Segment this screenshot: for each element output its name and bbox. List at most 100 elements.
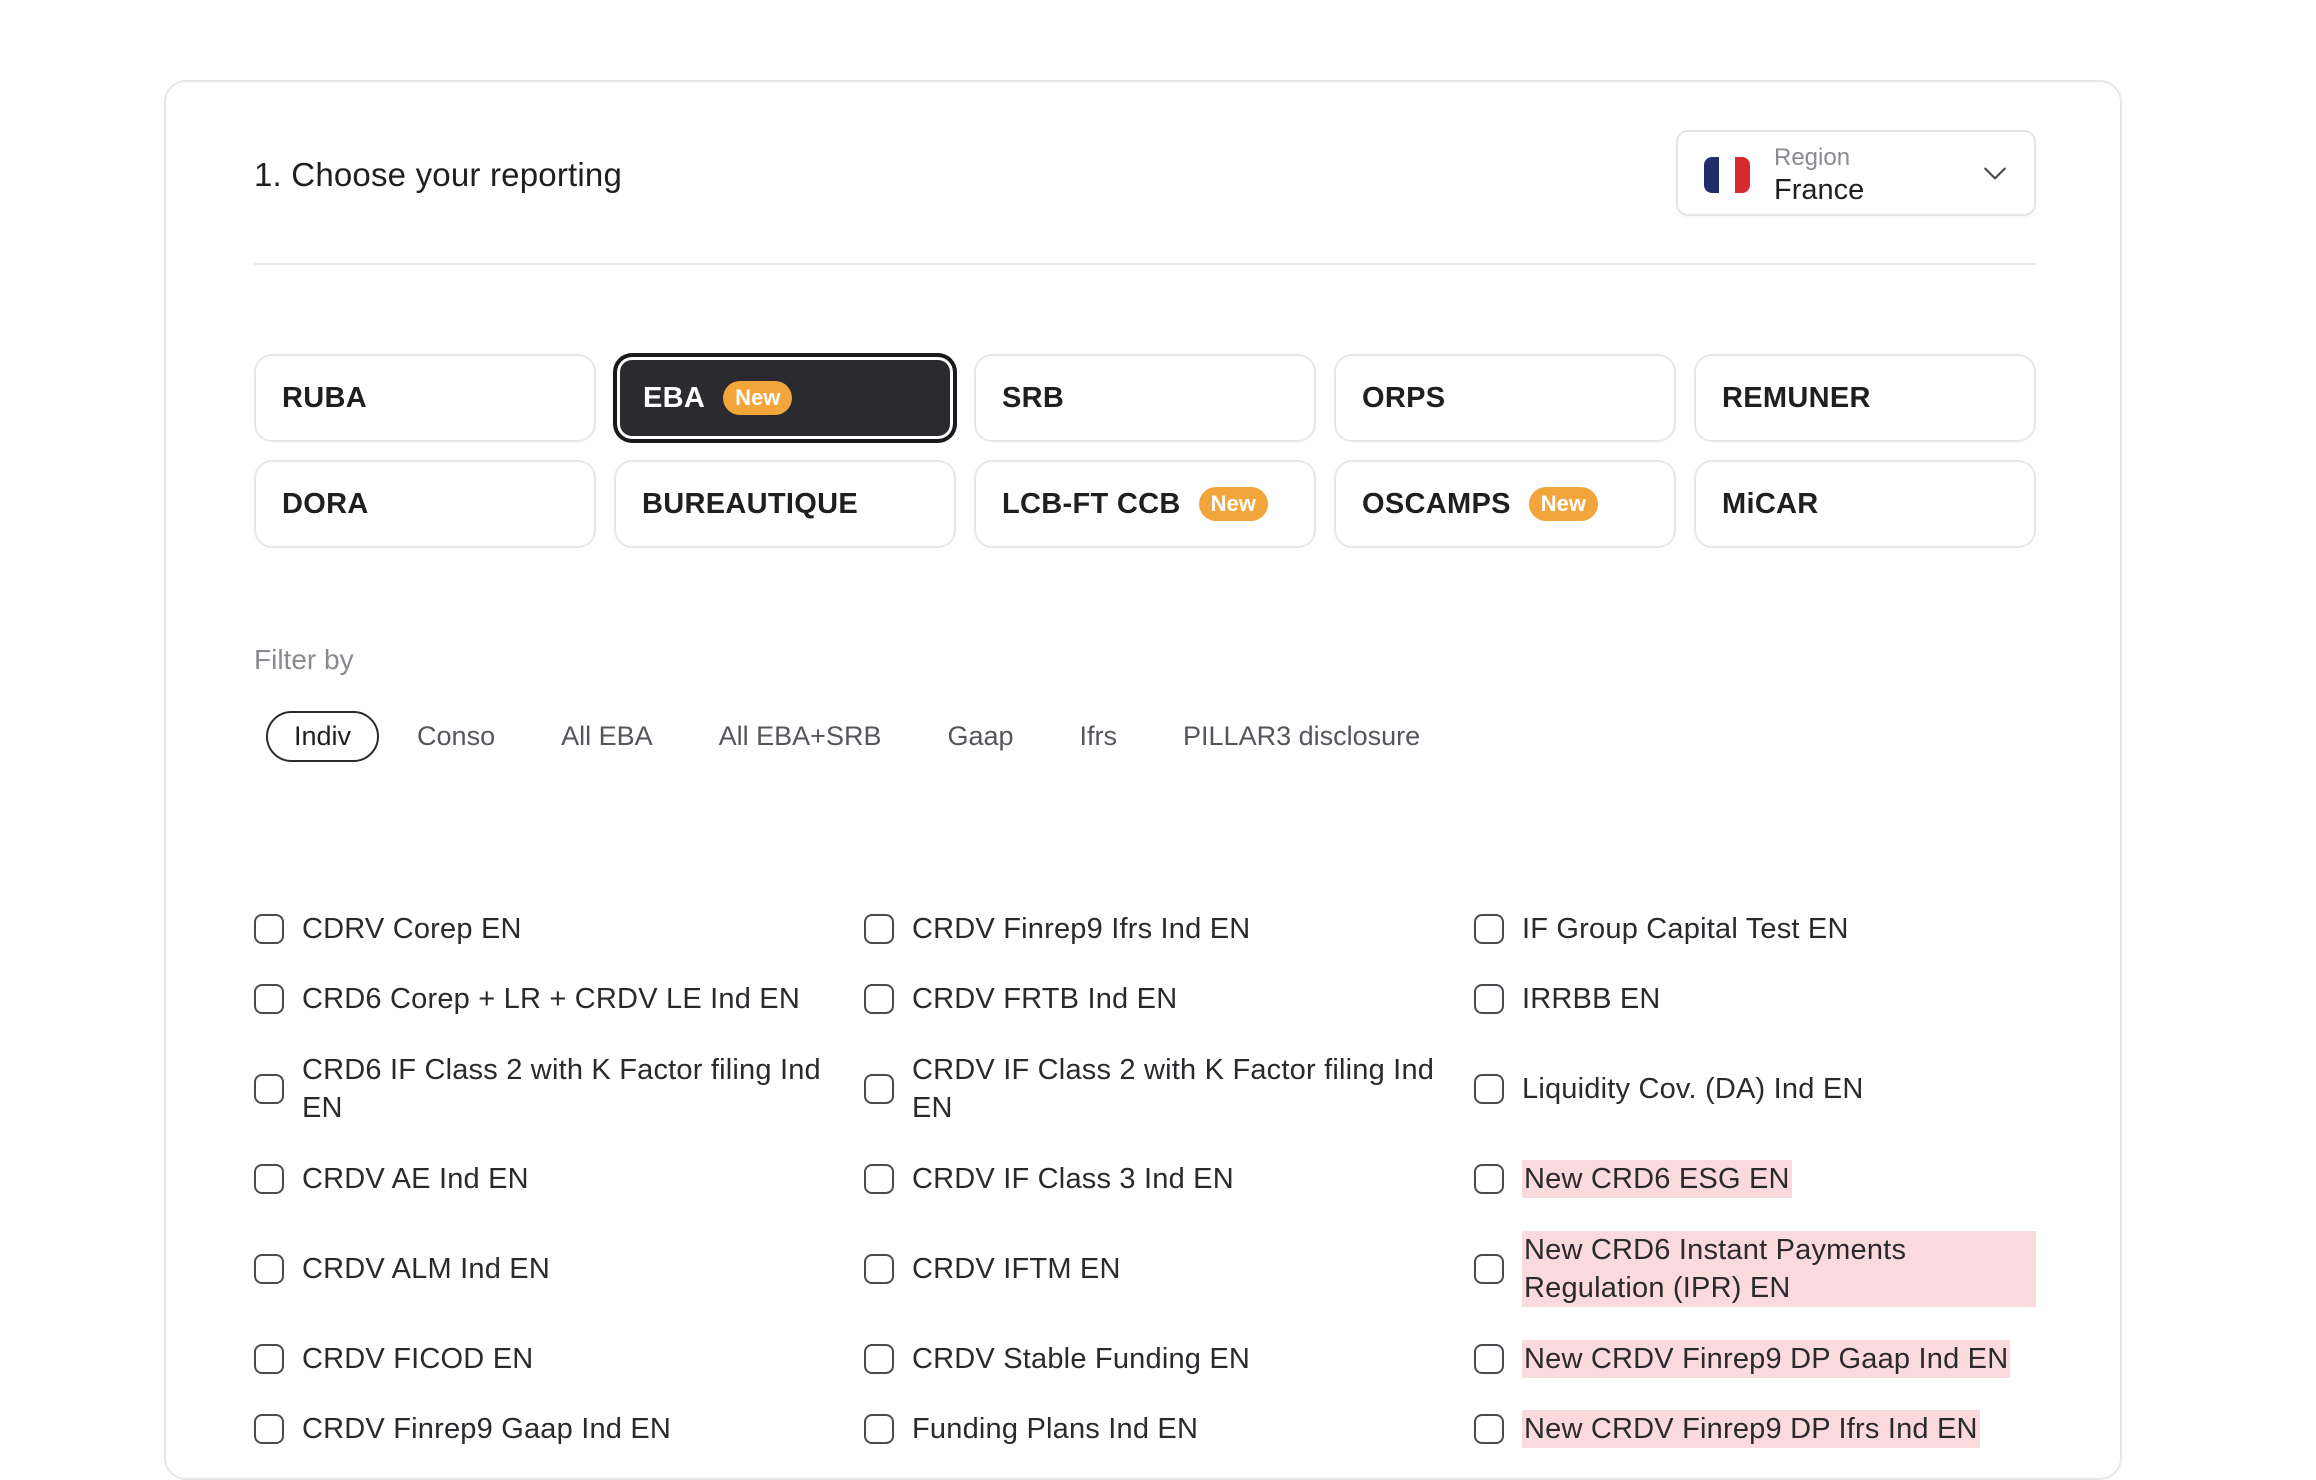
tile-oscamps[interactable]: OSCAMPS New [1334,460,1676,548]
option-item[interactable]: CRDV IFTM EN [864,1250,1474,1288]
checkbox[interactable] [864,1344,894,1374]
option-label: New CRD6 Instant Payments Regulation (IP… [1522,1231,2036,1307]
options-row: CRD6 IF Class 2 with K Factor filing Ind… [254,1034,2036,1144]
tile-micar[interactable]: MiCAR [1694,460,2036,548]
filter-chip-all-eba-srb[interactable]: All EBA+SRB [691,711,910,762]
new-badge: New [1528,487,1598,521]
tile-bureautique[interactable]: BUREAUTIQUE [614,460,956,548]
filter-chip-pillar3-disclosure[interactable]: PILLAR3 disclosure [1155,711,1448,762]
option-item[interactable]: CRDV FICOD EN [254,1340,864,1378]
option-label: New CRD6 ESG EN [1522,1160,1792,1198]
tile-label: DORA [282,487,369,520]
option-item[interactable]: CRD6 IF Class 2 with K Factor filing Ind… [254,1051,864,1127]
checkbox[interactable] [254,984,284,1014]
tile-srb[interactable]: SRB [974,354,1316,442]
tile-label: MiCAR [1722,487,1819,520]
tile-label: REMUNER [1722,381,1871,414]
option-item[interactable]: CRDV Stable Funding EN [864,1340,1474,1378]
option-item[interactable]: CRDV FRTB Ind EN [864,980,1474,1018]
tile-orps[interactable]: ORPS [1334,354,1676,442]
option-item[interactable]: Liquidity Cov. (DA) Ind EN [1474,1070,2036,1108]
tile-label: BUREAUTIQUE [642,487,858,520]
header-divider [254,263,2036,265]
tile-remuner[interactable]: REMUNER [1694,354,2036,442]
checkbox[interactable] [1474,1164,1504,1194]
option-label: CRDV IF Class 3 Ind EN [912,1163,1234,1195]
option-item[interactable]: Funding Plans Ind EN [864,1410,1474,1448]
france-flag-icon [1704,157,1750,193]
option-item[interactable]: CRDV Finrep9 Ifrs Ind EN [864,910,1474,948]
option-label: Funding Plans Ind EN [912,1413,1199,1445]
checkbox[interactable] [254,1254,284,1284]
checkbox[interactable] [254,1074,284,1104]
option-item[interactable]: CRDV AE Ind EN [254,1160,864,1198]
option-item[interactable]: New CRDV Finrep9 DP Gaap Ind EN [1474,1340,2036,1378]
checkbox[interactable] [254,1164,284,1194]
filter-chip-ifrs[interactable]: Ifrs [1052,711,1146,762]
option-label: New CRDV Finrep9 DP Ifrs Ind EN [1522,1410,1980,1448]
filter-chip-gaap[interactable]: Gaap [919,711,1041,762]
option-label: CRD6 IF Class 2 with K Factor filing Ind… [302,1054,821,1124]
option-label: CRDV Stable Funding EN [912,1343,1251,1375]
option-item[interactable]: New CRD6 Instant Payments Regulation (IP… [1474,1231,2036,1307]
new-badge: New [1198,487,1268,521]
option-label: Liquidity Cov. (DA) Ind EN [1522,1073,1864,1105]
filter-chips: Indiv Conso All EBA All EBA+SRB Gaap Ifr… [266,711,1448,762]
checkbox[interactable] [864,914,894,944]
new-badge: New [723,381,793,415]
option-label: CRD6 Corep + LR + CRDV LE Ind EN [302,983,800,1015]
reporting-tiles: RUBA EBA New SRB ORPS REMUNER DORA BUREAU… [254,354,2036,548]
option-label: CRDV AE Ind EN [302,1163,529,1195]
option-item[interactable]: CRDV IF Class 3 Ind EN [864,1160,1474,1198]
options-row: CDRV Corep EN CRDV Finrep9 Ifrs Ind EN I… [254,894,2036,964]
options-row: CRD6 Corep + LR + CRDV LE Ind EN CRDV FR… [254,964,2036,1034]
options-row: CRDV FICOD EN CRDV Stable Funding EN New… [254,1324,2036,1394]
tile-ruba[interactable]: RUBA [254,354,596,442]
tile-lcb-ft-ccb[interactable]: LCB-FT CCB New [974,460,1316,548]
tile-label: ORPS [1362,381,1446,414]
checkbox[interactable] [864,984,894,1014]
option-item[interactable]: CDRV Corep EN [254,910,864,948]
reporting-card: 1. Choose your reporting Region France R… [164,80,2122,1480]
tile-label: LCB-FT CCB [1002,487,1181,520]
filter-chip-indiv[interactable]: Indiv [266,711,380,762]
page-title: 1. Choose your reporting [254,156,623,193]
option-item[interactable]: CRDV ALM Ind EN [254,1250,864,1288]
tile-dora[interactable]: DORA [254,460,596,548]
filter-label: Filter by [254,644,354,675]
checkbox[interactable] [254,914,284,944]
option-item[interactable]: New CRD6 ESG EN [1474,1160,2036,1198]
chevron-down-icon [1984,167,2006,180]
filter-chip-conso[interactable]: Conso [389,711,523,762]
checkbox[interactable] [1474,914,1504,944]
checkbox[interactable] [1474,1074,1504,1104]
tile-eba[interactable]: EBA New [614,354,956,442]
option-item[interactable]: New CRDV Finrep9 DP Ifrs Ind EN [1474,1410,2036,1448]
option-item[interactable]: CRDV Finrep9 Gaap Ind EN [254,1410,864,1448]
options-row: CRDV ALM Ind EN CRDV IFTM EN New CRD6 In… [254,1214,2036,1324]
tile-label: OSCAMPS [1362,487,1511,520]
checkbox[interactable] [1474,1344,1504,1374]
report-options: CDRV Corep EN CRDV Finrep9 Ifrs Ind EN I… [254,894,2036,1464]
option-label: CRDV FRTB Ind EN [912,983,1178,1015]
checkbox[interactable] [864,1164,894,1194]
option-item[interactable]: CRDV IF Class 2 with K Factor filing Ind… [864,1051,1474,1127]
tile-label: RUBA [282,381,367,414]
options-row: CRDV AE Ind EN CRDV IF Class 3 Ind EN Ne… [254,1144,2036,1214]
option-item[interactable]: IF Group Capital Test EN [1474,910,2036,948]
checkbox[interactable] [864,1254,894,1284]
checkbox[interactable] [1474,984,1504,1014]
option-label: CRDV IF Class 2 with K Factor filing Ind… [912,1054,1435,1124]
option-item[interactable]: IRRBB EN [1474,980,2036,1018]
checkbox[interactable] [254,1344,284,1374]
checkbox[interactable] [864,1074,894,1104]
region-select[interactable]: Region France [1676,130,2036,216]
option-label: CRDV FICOD EN [302,1343,534,1375]
checkbox[interactable] [1474,1254,1504,1284]
option-label: CRDV Finrep9 Ifrs Ind EN [912,913,1251,945]
filter-chip-all-eba[interactable]: All EBA [533,711,681,762]
option-label: IRRBB EN [1522,983,1661,1015]
option-item[interactable]: CRD6 Corep + LR + CRDV LE Ind EN [254,980,864,1018]
card-header: 1. Choose your reporting Region France [254,130,2036,216]
option-label: IF Group Capital Test EN [1522,913,1849,945]
